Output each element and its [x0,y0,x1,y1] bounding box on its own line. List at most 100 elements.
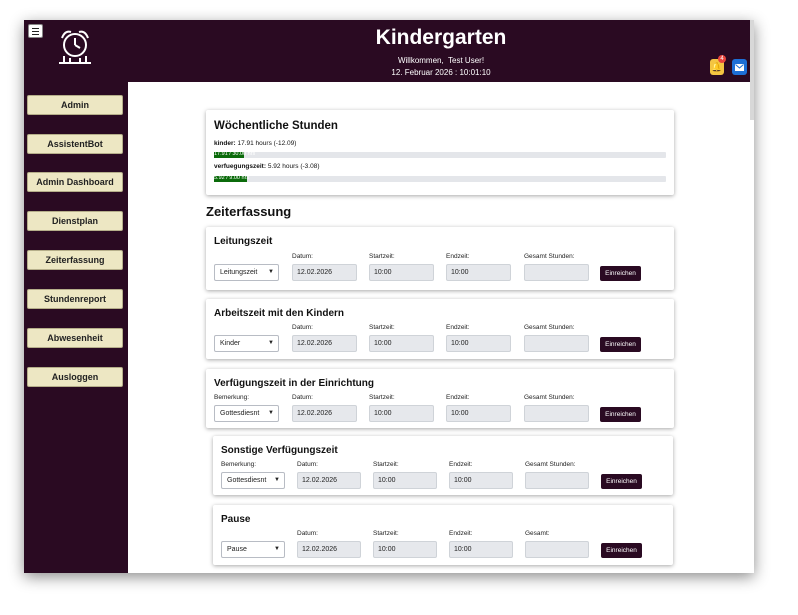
startzeit-label: Startzeit: [373,530,399,537]
total-hours-field [524,405,589,422]
sidebar-item-dienstplan[interactable]: Dienstplan [27,211,123,231]
chevron-down-icon: ▼ [268,269,274,275]
form-leitungszeit: Leitungszeit Datum: Startzeit: Endzeit: … [206,227,674,290]
sidebar-item-ausloggen[interactable]: Ausloggen [27,367,123,387]
end-time-input[interactable]: 10:00 [446,405,511,422]
sidebar-item-stundenreport[interactable]: Stundenreport [27,289,123,309]
mail-icon[interactable] [732,59,747,75]
datum-label: Datum: [297,530,318,537]
kinder-progress-text: 17.91 / 30.00 hrs [214,151,256,157]
kinder-key: kinder: [214,140,236,147]
sidebar: Admin AssistentBot Admin Dashboard Diens… [24,20,128,573]
kinder-value: 17.91 hours (-12.09) [237,140,297,147]
form-verfuegungszeit-einrichtung: Verfügungszeit in der Einrichtung Bemerk… [206,369,674,428]
category-select[interactable]: Leitungszeit ▼ [214,264,279,281]
date-input[interactable]: 12.02.2026 [297,472,361,489]
sidebar-item-assistentbot[interactable]: AssistentBot [27,134,123,154]
submit-button[interactable]: Einreichen [600,266,641,281]
chevron-down-icon: ▼ [274,546,280,552]
total-hours-field [524,264,589,281]
sidebar-item-abwesenheit[interactable]: Abwesenheit [27,328,123,348]
total-hours-field [525,541,589,558]
endzeit-label: Endzeit: [449,461,473,468]
gesamt-stunden-label: Gesamt Stunden: [524,324,575,331]
submit-button[interactable]: Einreichen [600,337,641,352]
section-title: Zeiterfassung [206,204,292,219]
submit-button[interactable]: Einreichen [601,474,642,489]
endzeit-label: Endzeit: [446,253,470,260]
submit-button[interactable]: Einreichen [601,543,642,558]
total-hours-field [524,335,589,352]
start-time-input[interactable]: 10:00 [373,472,437,489]
form-title: Verfügungszeit in der Einrichtung [214,378,375,389]
weekly-hours-title: Wöchentliche Stunden [214,120,338,132]
gesamt-stunden-label: Gesamt Stunden: [524,253,575,260]
form-sonstige-verfuegungszeit: Sonstige Verfügungszeit Bemerkung: Datum… [213,436,673,495]
menu-toggle-button[interactable] [28,24,43,38]
startzeit-label: Startzeit: [369,394,395,401]
end-time-input[interactable]: 10:00 [446,264,511,281]
endzeit-label: Endzeit: [446,394,470,401]
end-time-input[interactable]: 10:00 [449,541,513,558]
verfuegungszeit-progress-bar: 5.92 / 9.00 hrs [214,175,666,182]
total-hours-field [525,472,589,489]
datum-label: Datum: [292,394,313,401]
date-input[interactable]: 12.02.2026 [292,335,357,352]
category-select[interactable]: Kinder ▼ [214,335,279,352]
chevron-down-icon: ▼ [268,410,274,416]
end-time-input[interactable]: 10:00 [446,335,511,352]
gesamt-stunden-label: Gesamt Stunden: [524,394,575,401]
datum-label: Datum: [292,253,313,260]
chevron-down-icon: ▼ [268,340,274,346]
category-select[interactable]: Pause ▼ [221,541,285,558]
form-arbeitszeit: Arbeitszeit mit den Kindern Datum: Start… [206,299,674,359]
app-window: Admin AssistentBot Admin Dashboard Diens… [24,20,754,573]
page-title: Kindergarten [375,26,507,49]
kinder-progress-bar: 17.91 / 30.00 hrs [214,151,666,158]
select-value: Leitungszeit [220,269,258,276]
datum-label: Datum: [297,461,318,468]
header: Kindergarten Willkommen, Test User! 12. … [128,20,754,82]
verfuegungszeit-hours-label: verfuegungszeit: 5.92 hours (-3.08) [214,163,320,170]
startzeit-label: Startzeit: [369,253,395,260]
remark-select[interactable]: Gottesdiesnt ▼ [221,472,285,489]
start-time-input[interactable]: 10:00 [369,335,434,352]
select-value: Pause [227,546,247,553]
welcome-label: Willkommen, [397,56,444,65]
select-value: Kinder [220,340,241,347]
end-time-input[interactable]: 10:00 [449,472,513,489]
endzeit-label: Endzeit: [446,324,470,331]
gesamt-label: Gesamt: [525,530,550,537]
select-value: Gottesdiesnt [227,477,267,484]
start-time-input[interactable]: 10:00 [369,405,434,422]
remark-select[interactable]: Gottesdiesnt ▼ [214,405,279,422]
sidebar-item-zeiterfassung[interactable]: Zeiterfassung [27,250,123,270]
startzeit-label: Startzeit: [373,461,399,468]
gesamt-stunden-label: Gesamt Stunden: [525,461,576,468]
notification-badge: 4 [718,55,726,63]
bemerkung-label: Bemerkung: [214,394,250,401]
clock-logo-icon [59,30,91,64]
sidebar-item-admin[interactable]: Admin [27,95,123,115]
bemerkung-label: Bemerkung: [221,461,257,468]
date-input[interactable]: 12.02.2026 [297,541,361,558]
form-pause: Pause Datum: Startzeit: Endzeit: Gesamt:… [213,505,673,565]
date-input[interactable]: 12.02.2026 [292,264,357,281]
start-time-input[interactable]: 10:00 [373,541,437,558]
kinder-hours-label: kinder: 17.91 hours (-12.09) [214,140,296,147]
sidebar-item-admin-dashboard[interactable]: Admin Dashboard [27,172,123,192]
user-name: Test User! [448,56,485,65]
datum-label: Datum: [292,324,313,331]
date-input[interactable]: 12.02.2026 [292,405,357,422]
form-title: Sonstige Verfügungszeit [221,445,338,456]
weekly-hours-card: Wöchentliche Stunden kinder: 17.91 hours… [206,110,674,195]
submit-button[interactable]: Einreichen [600,407,641,422]
welcome-text: Willkommen, Test User! [128,56,754,65]
verfuegungszeit-progress-text: 5.92 / 9.00 hrs [214,175,250,181]
verfuegungszeit-value: 5.92 hours (-3.08) [267,163,320,170]
scrollbar[interactable] [750,20,754,120]
form-title: Leitungszeit [214,236,273,247]
endzeit-label: Endzeit: [449,530,473,537]
verfuegungszeit-key: verfuegungszeit: [214,163,267,170]
start-time-input[interactable]: 10:00 [369,264,434,281]
